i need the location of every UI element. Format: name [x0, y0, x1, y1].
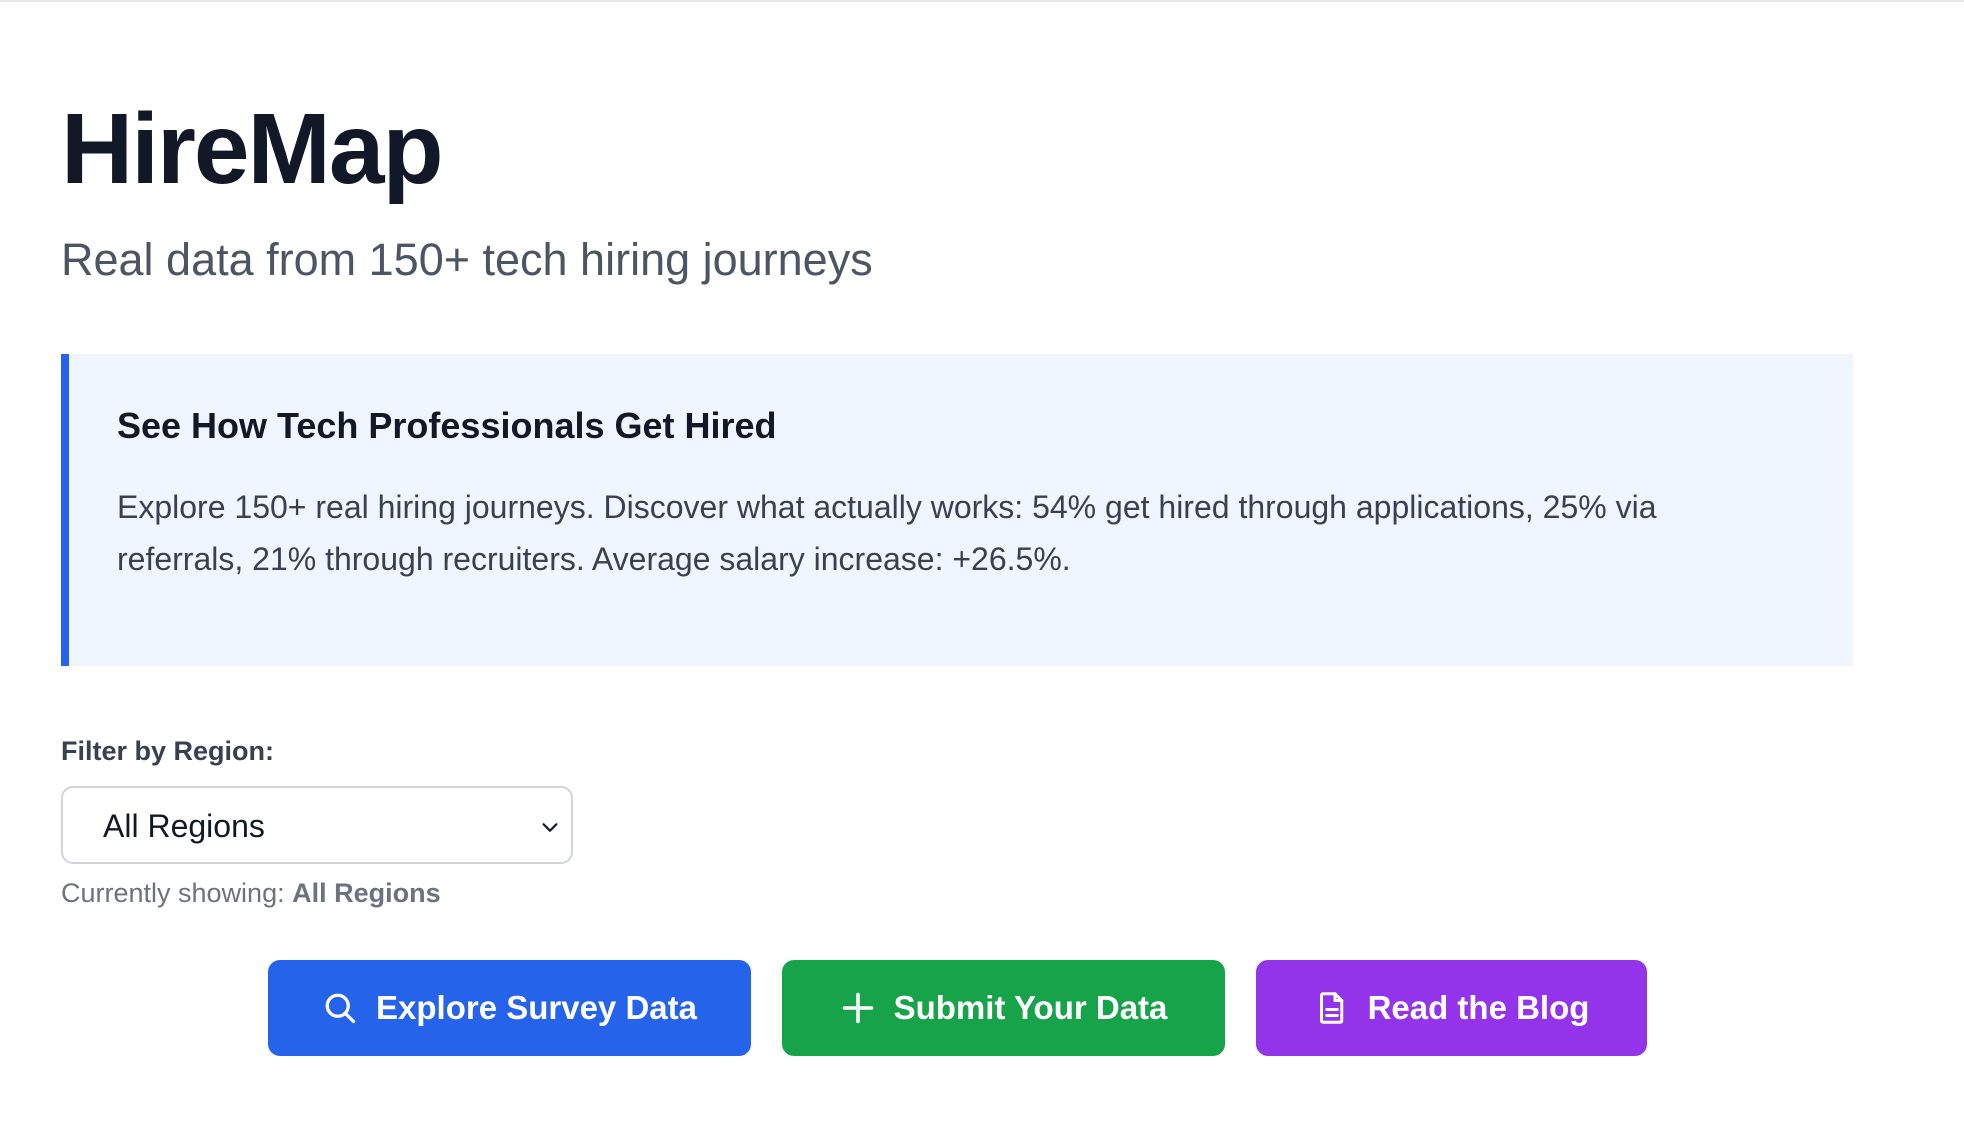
current-filter-status: Currently showing: All Regions	[61, 876, 441, 910]
plus-icon	[842, 992, 873, 1024]
top-divider	[0, 0, 1964, 2]
chevron-down-icon	[542, 823, 558, 832]
explore-survey-data-label: Explore Survey Data	[376, 989, 697, 1026]
region-select-value: All Regions	[103, 808, 265, 844]
current-filter-value: All Regions	[292, 878, 441, 908]
callout-text: Explore 150+ real hiring journeys. Disco…	[117, 489, 1657, 577]
info-callout: See How Tech Professionals Get Hired Exp…	[61, 354, 1853, 666]
submit-your-data-button[interactable]: Submit Your Data	[782, 960, 1225, 1056]
page-title: HireMap	[61, 93, 444, 205]
read-the-blog-button[interactable]: Read the Blog	[1256, 960, 1647, 1056]
region-filter-label: Filter by Region:	[61, 736, 275, 766]
search-icon	[325, 993, 356, 1024]
explore-survey-data-button[interactable]: Explore Survey Data	[268, 960, 751, 1056]
read-the-blog-label: Read the Blog	[1367, 989, 1590, 1026]
submit-your-data-label: Submit Your Data	[893, 989, 1168, 1026]
region-select[interactable]: All Regions	[61, 786, 573, 864]
current-filter-prefix: Currently showing:	[61, 878, 285, 908]
page-subtitle: Real data from 150+ tech hiring journeys	[61, 234, 873, 285]
callout-title: See How Tech Professionals Get Hired	[117, 405, 777, 446]
document-icon	[1319, 992, 1343, 1024]
